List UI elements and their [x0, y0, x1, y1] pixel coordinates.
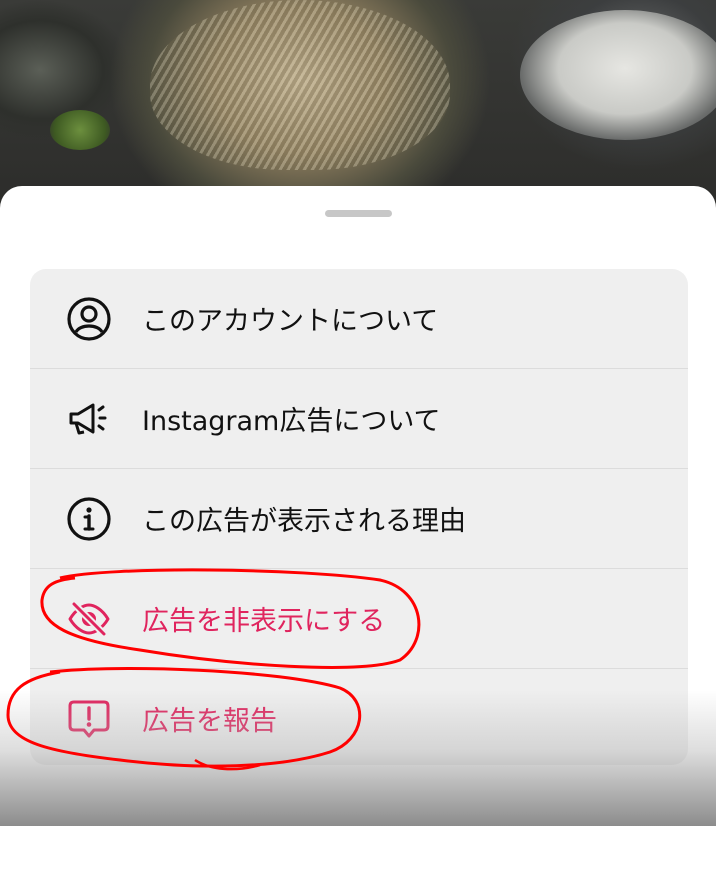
bottom-sheet: このアカウントについて Instagram広告について この広告が表示される理由… — [0, 186, 716, 886]
menu-item-label: Instagram広告について — [142, 406, 441, 437]
food-bowl — [520, 10, 716, 140]
menu-item-label: この広告が表示される理由 — [142, 506, 466, 537]
menu-item-hide-ad[interactable]: 広告を非表示にする — [30, 568, 688, 668]
menu-item-about-instagram-ads[interactable]: Instagram広告について — [30, 368, 688, 468]
eye-off-icon — [64, 594, 114, 644]
menu-item-report-ad[interactable]: 広告を報告 — [30, 668, 688, 765]
food-garnish — [50, 110, 110, 150]
menu-item-about-account[interactable]: このアカウントについて — [30, 269, 688, 368]
account-circle-icon — [64, 294, 114, 344]
info-icon — [64, 494, 114, 544]
report-icon — [64, 694, 114, 744]
food-rice — [150, 0, 450, 170]
menu-item-label: 広告を報告 — [142, 706, 277, 737]
options-menu: このアカウントについて Instagram広告について この広告が表示される理由… — [30, 269, 688, 765]
menu-item-label: 広告を非表示にする — [142, 606, 386, 637]
megaphone-icon — [64, 394, 114, 444]
menu-item-why-this-ad[interactable]: この広告が表示される理由 — [30, 468, 688, 568]
menu-item-label: このアカウントについて — [142, 306, 439, 337]
sheet-drag-handle[interactable] — [325, 210, 392, 217]
